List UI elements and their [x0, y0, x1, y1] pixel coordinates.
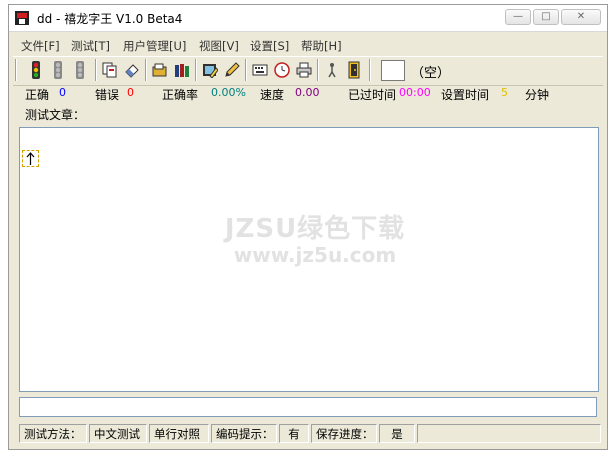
toolbar-separator	[245, 59, 247, 81]
folder-open-icon[interactable]	[151, 61, 169, 79]
toolbar-separator	[317, 59, 319, 81]
app-window: dd - 禧龙字王 V1.0 Beta4 — □ ✕ 文件[F] 测试[T] 用…	[8, 4, 608, 450]
toolbar-separator	[195, 59, 197, 81]
status-save-label: 保存进度：	[311, 424, 377, 443]
status-blank-panel	[417, 424, 601, 443]
traffic-light-disabled-icon[interactable]	[71, 61, 89, 79]
traffic-light-disabled-icon[interactable]	[49, 61, 67, 79]
status-save-value: 是	[379, 424, 415, 443]
window-title: dd - 禧龙字王 V1.0 Beta4	[37, 12, 183, 26]
books-icon[interactable]	[173, 61, 191, 79]
typing-area[interactable]: JZSU绿色下载 www.jz5u.com	[19, 127, 599, 392]
copy-document-icon[interactable]	[101, 61, 119, 79]
title-bar[interactable]: dd - 禧龙字王 V1.0 Beta4 — □ ✕	[9, 5, 607, 32]
toolbar-separator	[95, 59, 97, 81]
keyboard-icon[interactable]	[251, 61, 269, 79]
error-label: 错误	[95, 88, 120, 102]
speed-label: 速度	[260, 88, 285, 102]
status-mode-value: 单行对照	[149, 424, 209, 443]
color-preview-box[interactable]	[381, 60, 405, 81]
menu-help[interactable]: 帮助[H]	[301, 38, 342, 54]
maximize-button[interactable]: □	[533, 9, 559, 25]
clock-icon[interactable]	[273, 61, 291, 79]
accuracy-value: 0.00%	[211, 86, 246, 99]
app-logo-icon	[15, 11, 29, 25]
watermark-title: JZSU绿色下载	[224, 214, 406, 244]
menu-test[interactable]: 测试[T]	[71, 38, 110, 54]
close-button[interactable]: ✕	[561, 9, 601, 25]
pencil-icon[interactable]	[223, 61, 241, 79]
error-value: 0	[127, 86, 134, 99]
set-time-value: 5	[501, 86, 508, 99]
status-bar: 测试方法： 中文测试 单行对照 编码提示： 有 保存进度： 是	[15, 424, 603, 443]
traffic-light-icon[interactable]	[27, 61, 45, 79]
input-field[interactable]	[19, 397, 597, 417]
status-hint-value: 有	[279, 424, 309, 443]
menu-user-management[interactable]: 用户管理[U]	[123, 38, 186, 54]
speed-value: 0.00	[295, 86, 320, 99]
status-hint-label: 编码提示：	[211, 424, 277, 443]
edit-image-icon[interactable]	[201, 61, 219, 79]
empty-label: （空）	[411, 66, 451, 81]
watermark: JZSU绿色下载 www.jz5u.com	[220, 208, 410, 267]
figure-icon[interactable]	[323, 61, 341, 79]
elapsed-value: 00:00	[399, 86, 431, 99]
status-method-value: 中文测试	[89, 424, 147, 443]
elapsed-label: 已过时间	[348, 88, 397, 102]
toolbar-separator	[145, 59, 147, 81]
menu-bar: 文件[F] 测试[T] 用户管理[U] 视图[V] 设置[S] 帮助[H]	[9, 37, 607, 54]
printer-icon[interactable]	[295, 61, 313, 79]
exit-door-icon[interactable]	[345, 61, 363, 79]
toolbar-separator	[369, 59, 371, 81]
article-label: 测试文章：	[25, 108, 86, 122]
menu-file[interactable]: 文件[F]	[21, 38, 60, 54]
toolbar: （空）	[13, 56, 603, 86]
minimize-button[interactable]: —	[505, 9, 531, 25]
status-method-label: 测试方法：	[19, 424, 87, 443]
minutes-label: 分钟	[525, 88, 550, 102]
menu-view[interactable]: 视图[V]	[199, 38, 239, 54]
menu-settings[interactable]: 设置[S]	[250, 38, 289, 54]
correct-value: 0	[59, 86, 66, 99]
eraser-icon[interactable]	[123, 61, 141, 79]
toolbar-separator	[15, 59, 17, 81]
set-time-label: 设置时间	[441, 88, 490, 102]
accuracy-label: 正确率	[162, 88, 199, 102]
cursor-marker	[22, 150, 39, 167]
watermark-url: www.jz5u.com	[233, 243, 397, 267]
correct-label: 正确	[25, 88, 50, 102]
